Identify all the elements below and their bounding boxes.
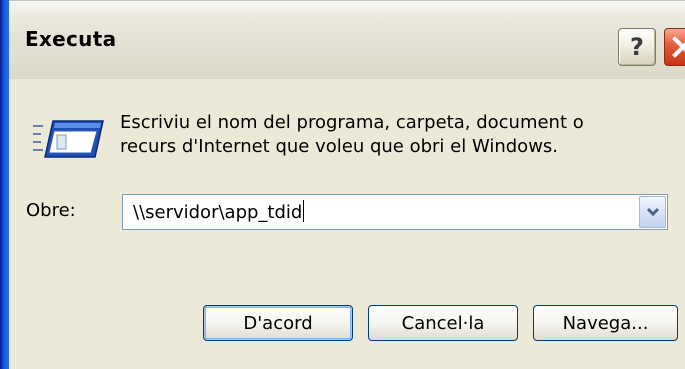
open-combobox[interactable]: \\servidor\app_tdid [122, 194, 668, 230]
close-icon [672, 36, 685, 58]
description-line-1: Escriviu el nom del programa, carpeta, d… [120, 112, 584, 133]
open-input[interactable]: \\servidor\app_tdid [133, 200, 305, 223]
open-label: Obre: [26, 200, 76, 221]
help-button[interactable]: ? [618, 28, 656, 66]
run-dialog-window: Executa ? Escriviu el nom del programa, … [0, 0, 685, 369]
description-text: Escriviu el nom del programa, carpeta, d… [120, 111, 660, 159]
open-input-value: \\servidor\app_tdid [133, 202, 303, 223]
help-icon: ? [630, 33, 644, 61]
cancel-button[interactable]: Cancel·la [368, 305, 518, 341]
run-icon [33, 120, 104, 158]
window-frame-left [0, 0, 9, 369]
dropdown-button[interactable] [639, 196, 666, 228]
title-bar[interactable]: Executa ? [9, 0, 685, 79]
text-caret [303, 200, 305, 222]
browse-button[interactable]: Navega... [533, 305, 678, 341]
window-title: Executa [25, 27, 117, 51]
close-button[interactable] [664, 28, 685, 66]
chevron-down-icon [646, 207, 660, 217]
ok-button[interactable]: D'acord [203, 305, 353, 341]
description-line-2: recurs d'Internet que voleu que obri el … [120, 136, 559, 157]
